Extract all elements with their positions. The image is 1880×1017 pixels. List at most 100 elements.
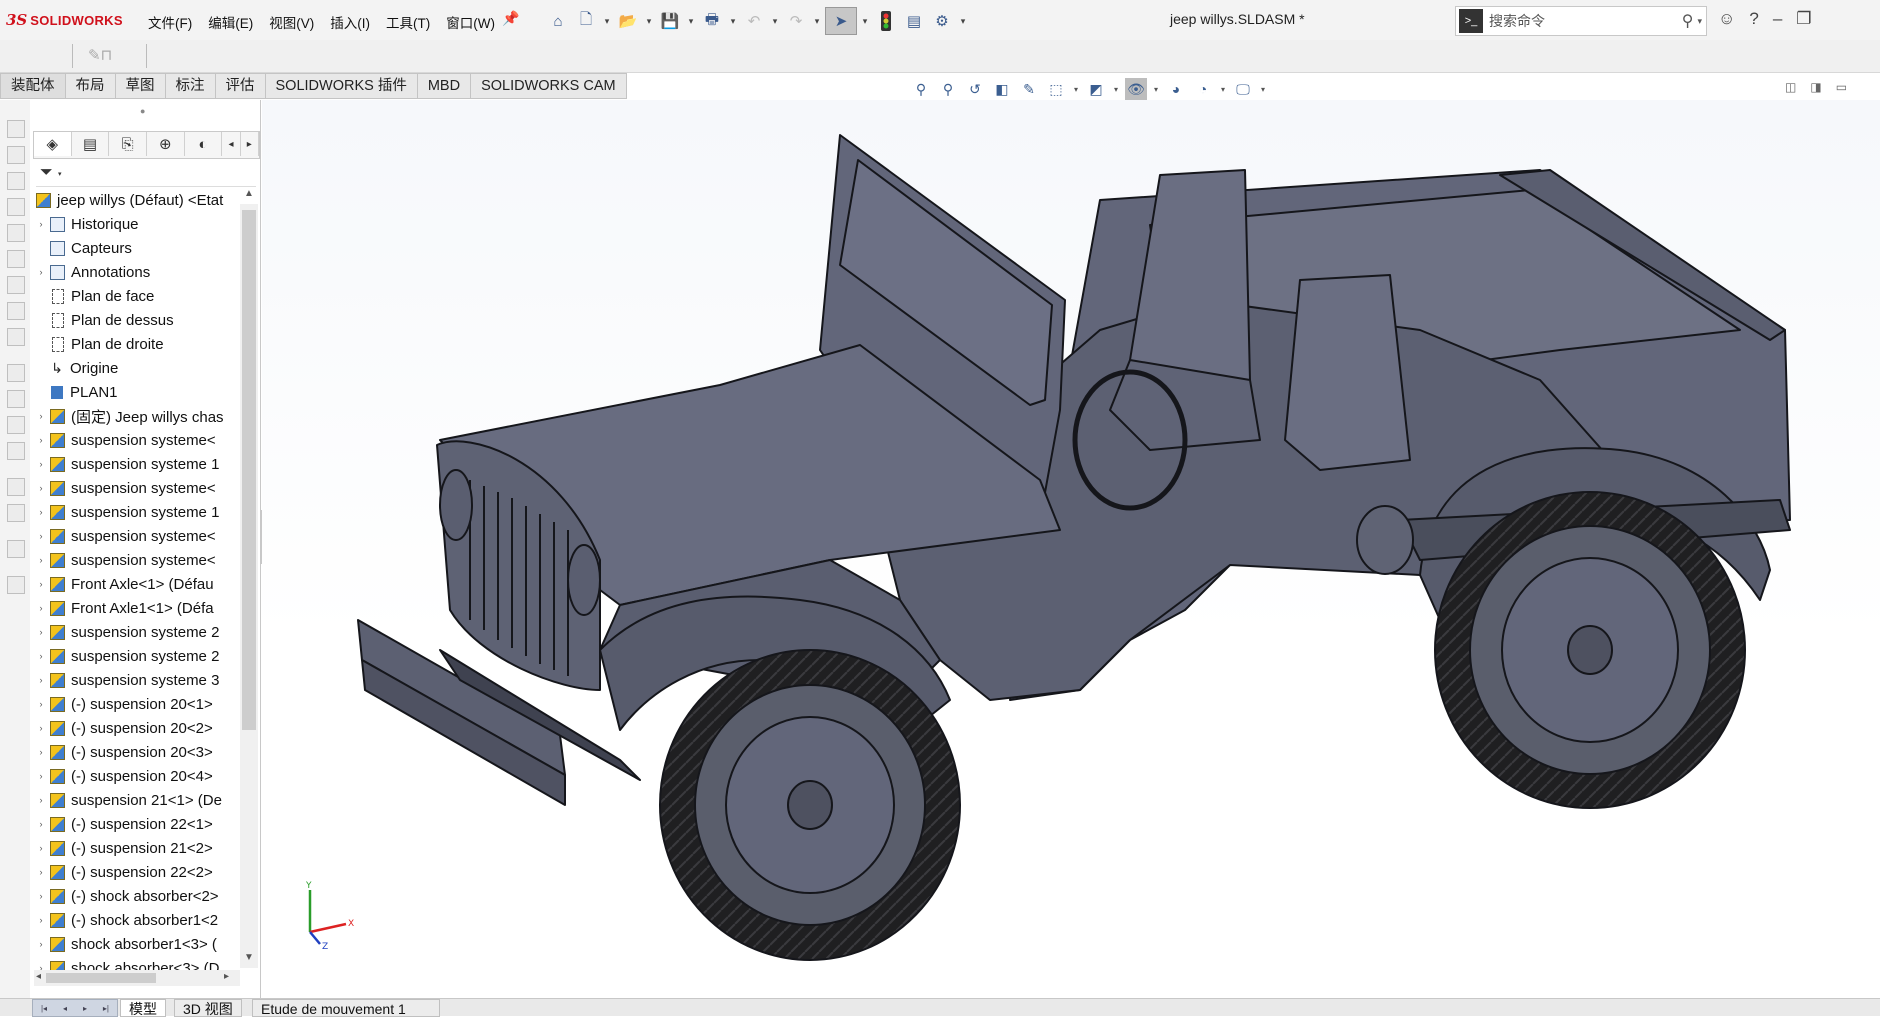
expand-arrow-icon[interactable]: › [34,747,48,757]
tree-item[interactable]: PLAN1 [34,380,240,404]
expand-arrow-icon[interactable]: › [34,531,48,541]
tree-item[interactable]: › shock absorber1<3> ( [34,932,240,956]
tree-item[interactable]: › (-) shock absorber<2> [34,884,240,908]
user-account-icon[interactable]: ☺ [1718,9,1735,29]
scroll-down-icon[interactable]: ▼ [244,952,254,963]
expand-arrow-icon[interactable]: › [34,459,48,469]
first-tab-icon[interactable]: |◂ [41,1004,47,1013]
section-view-icon[interactable]: ◧ [991,78,1013,100]
scroll-up-icon[interactable]: ▲ [244,188,254,199]
options-gear-icon[interactable]: ⚙ [929,8,955,34]
new-dropdown-icon[interactable]: ▾ [601,8,613,34]
menu-tools[interactable]: 工具(T) [378,10,438,34]
tab-3d-views[interactable]: 3D 视图 [174,999,242,1017]
strip-tool-icon[interactable] [7,224,25,242]
tree-item[interactable]: › (-) suspension 22<1> [34,812,240,836]
feature-tree-tab-icon[interactable]: ◈ [34,132,72,156]
undo-icon[interactable]: ↶ [741,8,767,34]
tab-motion-study[interactable]: Etude de mouvement 1 [252,999,440,1017]
view-settings-dropdown-icon[interactable]: ▾ [1259,78,1267,100]
tree-item[interactable]: ↳ Origine [34,356,240,380]
tree-item[interactable]: › (-) suspension 20<4> [34,764,240,788]
menu-file[interactable]: 文件(F) [140,10,200,34]
pin-icon[interactable]: 📌 [502,10,519,27]
expand-arrow-icon[interactable]: › [34,675,48,685]
tree-item[interactable]: › suspension systeme 2 [34,620,240,644]
scroll-thumb[interactable] [46,973,156,983]
tree-item[interactable]: › Front Axle<1> (Défau [34,572,240,596]
dynamic-annotation-icon[interactable]: ✎ [1018,78,1040,100]
strip-tool-icon[interactable] [7,250,25,268]
expand-arrow-icon[interactable]: › [34,507,48,517]
save-dropdown-icon[interactable]: ▾ [685,8,697,34]
tree-item[interactable]: › suspension systeme< [34,548,240,572]
select-pointer-icon[interactable]: ➤ [825,7,857,35]
tree-item[interactable]: Plan de dessus [34,308,240,332]
strip-tool-icon[interactable] [7,328,25,346]
menu-view[interactable]: 视图(V) [261,10,322,34]
expand-arrow-icon[interactable]: › [34,219,48,229]
search-dropdown-icon[interactable]: ▾ [1697,16,1702,27]
expand-arrow-icon[interactable]: › [34,843,48,853]
strip-tool-icon[interactable] [7,276,25,294]
tree-item[interactable]: › suspension systeme 1 [34,452,240,476]
rebuild-traffic-light-icon[interactable] [873,8,899,34]
expand-arrow-icon[interactable]: › [34,723,48,733]
expand-arrow-icon[interactable]: › [34,627,48,637]
tab-layout[interactable]: 布局 [65,73,116,99]
scroll-thumb[interactable] [242,210,256,730]
tab-evaluate[interactable]: 评估 [215,73,266,99]
tree-item[interactable]: › (固定) Jeep willys chas [34,404,240,428]
tree-item[interactable]: › Historique [34,212,240,236]
scroll-left-icon[interactable]: ◂ [36,971,41,982]
doc-restore-icon[interactable]: ◨ [1810,80,1821,94]
tree-item[interactable]: › (-) suspension 21<2> [34,836,240,860]
expand-arrow-icon[interactable]: › [34,699,48,709]
tabs-scroll-right-icon[interactable]: ▸ [241,132,259,156]
tabs-scroll-left-icon[interactable]: ◂ [222,132,241,156]
last-tab-icon[interactable]: ▸| [103,1004,109,1013]
tree-item[interactable]: › (-) shock absorber1<2 [34,908,240,932]
tab-navigation-arrows[interactable]: |◂ ◂ ▸ ▸| [32,999,118,1017]
expand-arrow-icon[interactable]: › [34,603,48,613]
search-input[interactable]: 搜索命令 [1489,11,1682,31]
tree-item[interactable]: › (-) suspension 22<2> [34,860,240,884]
tree-item[interactable]: › suspension systeme< [34,428,240,452]
expand-arrow-icon[interactable]: › [34,891,48,901]
tab-solidworks-cam[interactable]: SOLIDWORKS CAM [471,73,627,99]
tree-item[interactable]: › suspension systeme 2 [34,644,240,668]
menu-edit[interactable]: 编辑(E) [200,10,261,34]
tab-markup[interactable]: 标注 [165,73,216,99]
edit-appearance-icon[interactable]: ◕ [1165,78,1187,100]
expand-arrow-icon[interactable]: › [34,771,48,781]
new-document-icon[interactable]: 🗋 [573,8,599,34]
minimize-icon[interactable]: – [1773,9,1782,29]
expand-arrow-icon[interactable]: › [34,555,48,565]
tree-item[interactable]: › (-) suspension 20<3> [34,740,240,764]
tab-model[interactable]: 模型 [120,999,166,1017]
strip-tool-icon[interactable] [7,172,25,190]
strip-tool-icon[interactable] [7,390,25,408]
tree-item[interactable]: Plan de droite [34,332,240,356]
tab-mbd[interactable]: MBD [417,73,472,99]
menu-insert[interactable]: 插入(I) [322,10,378,34]
scene-dropdown-icon[interactable]: ▾ [1219,78,1227,100]
dimxpert-tab-icon[interactable]: ⊕ [147,132,185,156]
strip-tool-icon[interactable] [7,198,25,216]
tree-item[interactable]: › suspension systeme 3 [34,668,240,692]
options-dropdown-icon[interactable]: ▾ [957,8,969,34]
restore-window-icon[interactable]: ❐ [1796,9,1811,29]
tree-item[interactable]: › Front Axle1<1> (Défa [34,596,240,620]
tree-item[interactable]: › suspension systeme 1 [34,500,240,524]
expand-arrow-icon[interactable]: › [34,963,48,970]
help-icon[interactable]: ? [1749,9,1758,29]
expand-arrow-icon[interactable]: › [34,651,48,661]
graphics-area[interactable] [262,100,1880,998]
tree-item[interactable]: Capteurs [34,236,240,260]
tab-sketch[interactable]: 草图 [115,73,166,99]
hide-show-items-icon[interactable]: 👁 [1125,78,1147,100]
print-dropdown-icon[interactable]: ▾ [727,8,739,34]
expand-arrow-icon[interactable]: › [34,795,48,805]
search-icon[interactable]: ⚲ [1682,11,1694,31]
undo-dropdown-icon[interactable]: ▾ [769,8,781,34]
